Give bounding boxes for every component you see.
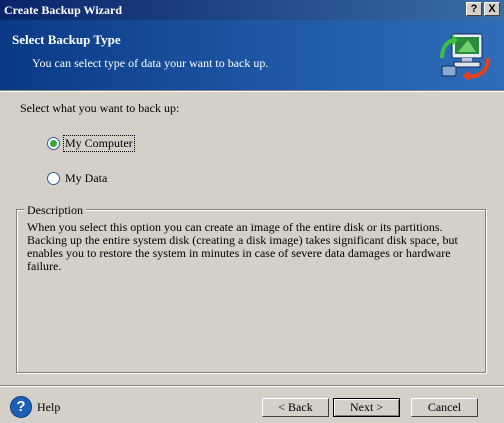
option-my-computer-label[interactable]: My Computer xyxy=(63,135,135,152)
wizard-header: Select Backup Type You can select type o… xyxy=(0,20,504,90)
description-text: When you select this option you can crea… xyxy=(27,220,458,273)
footer-divider xyxy=(0,385,504,387)
radio-my-data[interactable] xyxy=(47,172,60,185)
help-icon[interactable]: ? xyxy=(10,396,32,418)
option-my-data[interactable]: My Data xyxy=(47,171,108,186)
header-title: Select Backup Type xyxy=(12,32,121,47)
close-button[interactable]: X xyxy=(484,2,500,16)
radio-selected-dot xyxy=(50,140,57,147)
window-title: Create Backup Wizard xyxy=(4,3,123,17)
option-my-computer[interactable]: My Computer xyxy=(47,135,135,152)
back-button[interactable]: < Back xyxy=(262,398,329,417)
option-my-data-label[interactable]: My Data xyxy=(64,171,108,186)
description-label: Description xyxy=(24,203,86,218)
help-link[interactable]: Help xyxy=(37,400,60,415)
backup-computer-icon xyxy=(440,33,490,81)
next-button[interactable]: Next > xyxy=(333,398,400,417)
backup-prompt: Select what you want to back up: xyxy=(20,101,180,115)
cancel-button[interactable]: Cancel xyxy=(411,398,478,417)
header-subtitle: You can select type of data your want to… xyxy=(32,56,269,70)
context-help-button[interactable]: ? xyxy=(466,2,482,16)
title-bar: Create Backup Wizard ? X xyxy=(0,0,504,20)
header-divider xyxy=(0,90,504,92)
radio-my-computer[interactable] xyxy=(47,137,60,150)
